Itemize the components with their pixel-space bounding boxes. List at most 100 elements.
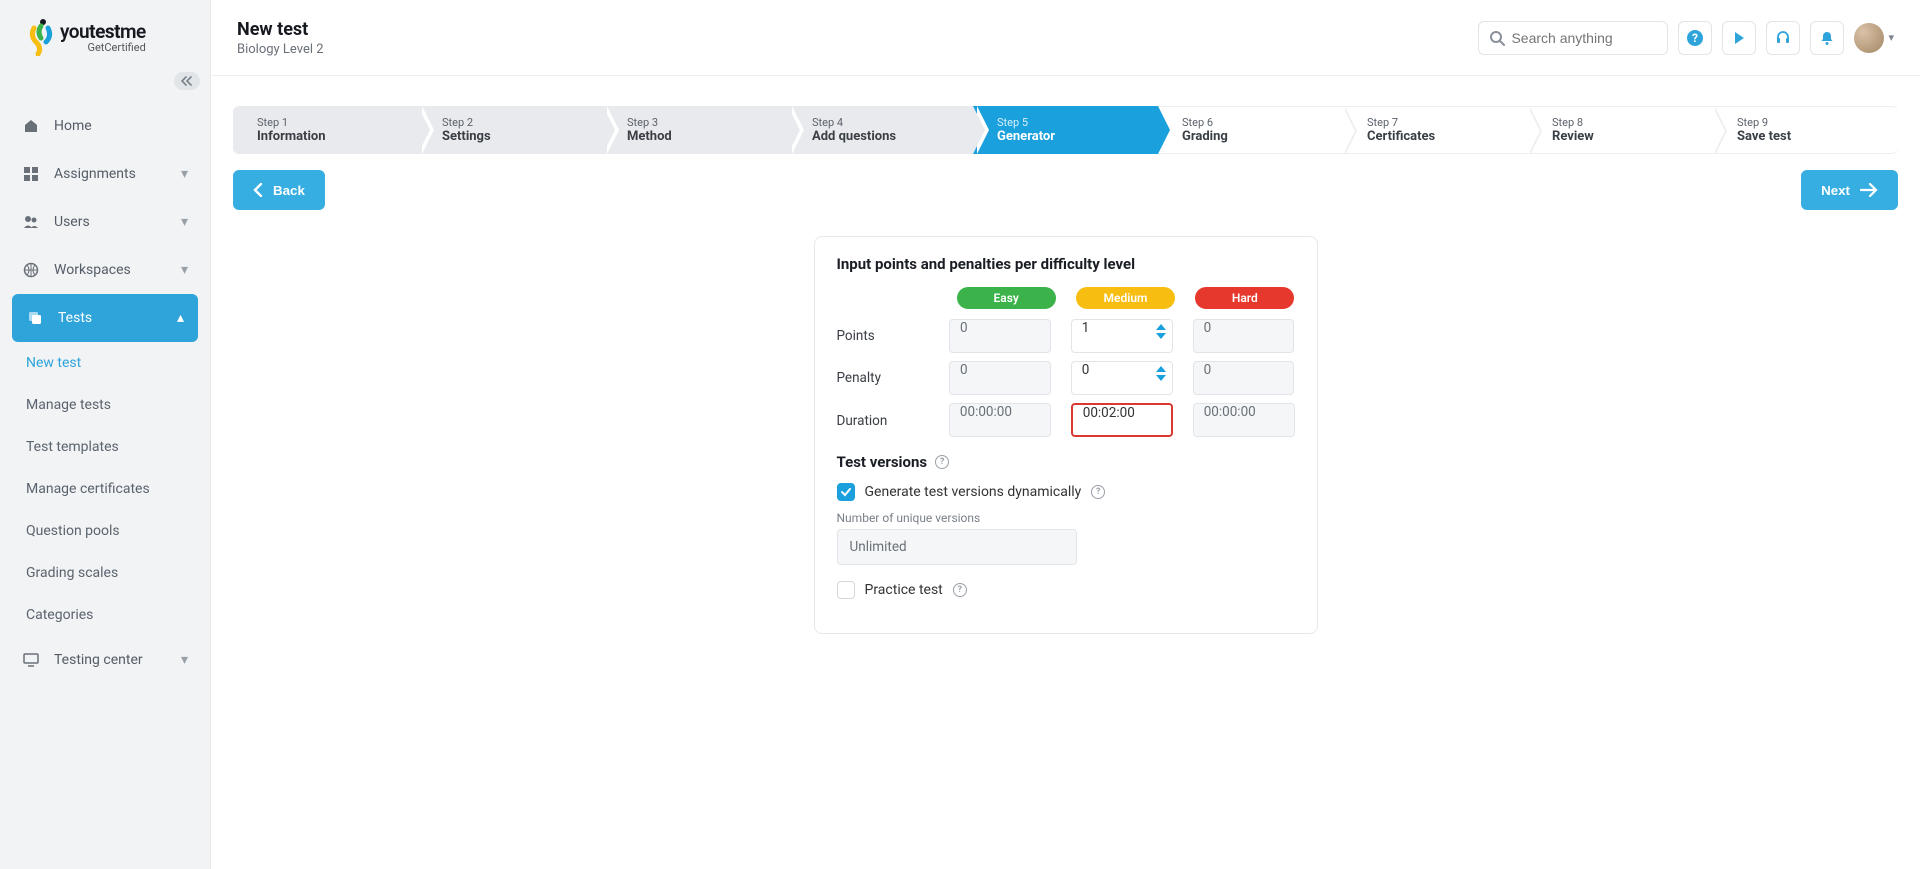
sidebar-item-label: Assignments [54, 166, 136, 182]
unique-versions-input[interactable]: Unlimited [837, 529, 1077, 565]
sidebar-sub-manage-tests[interactable]: Manage tests [26, 384, 210, 426]
chevron-down-icon: ▾ [181, 262, 188, 278]
spinner[interactable] [1156, 366, 1166, 381]
chevron-up-icon: ▴ [177, 310, 184, 326]
row-label-penalty: Penalty [837, 370, 949, 386]
row-label-duration: Duration [837, 413, 949, 437]
sidebar-item-label: Tests [58, 310, 92, 326]
spinner-up-icon[interactable] [1156, 366, 1166, 372]
sidebar-sub-grading-scales[interactable]: Grading scales [26, 552, 210, 594]
chevron-down-icon: ▾ [181, 652, 188, 668]
dynamic-versions-label: Generate test versions dynamically [865, 484, 1082, 500]
chevron-down-icon: ▾ [181, 214, 188, 230]
unique-versions-label: Number of unique versions [837, 511, 1295, 525]
generator-card: Input points and penalties per difficult… [814, 236, 1318, 634]
user-menu[interactable]: ▾ [1854, 23, 1894, 53]
versions-heading: Test versions [837, 453, 928, 471]
step-settings[interactable]: Step 2Settings [418, 106, 603, 154]
spinner[interactable] [1156, 324, 1166, 339]
sidebar-item-label: Home [54, 118, 92, 134]
logo[interactable]: youtestme GetCertified [28, 18, 192, 56]
home-icon [22, 117, 40, 135]
practice-test-label: Practice test [865, 582, 943, 598]
search-input[interactable] [1511, 30, 1692, 46]
back-button[interactable]: Back [233, 170, 325, 210]
sidebar-header: youtestme GetCertified [0, 0, 210, 64]
sidebar-sub-manage-certificates[interactable]: Manage certificates [26, 468, 210, 510]
search-box[interactable] [1478, 21, 1668, 55]
card-heading: Input points and penalties per difficult… [837, 255, 1295, 273]
spinner-down-icon[interactable] [1156, 333, 1166, 339]
monitor-icon [22, 651, 40, 669]
difficulty-pill-hard: Hard [1195, 287, 1294, 309]
points-medium-input[interactable]: 1 [1071, 319, 1173, 353]
sidebar-item-home[interactable]: Home [0, 102, 210, 150]
grid-icon [22, 165, 40, 183]
step-method[interactable]: Step 3Method [603, 106, 788, 154]
sidebar-sub-categories[interactable]: Categories [26, 594, 210, 636]
penalty-hard-input[interactable]: 0 [1193, 361, 1295, 395]
sidebar-sub-new-test[interactable]: New test [26, 342, 210, 384]
sidebar-item-users[interactable]: Users ▾ [0, 198, 210, 246]
penalty-medium-input[interactable]: 0 [1071, 361, 1173, 395]
chevron-down-icon: ▾ [181, 166, 188, 182]
sidebar-item-testing-center[interactable]: Testing center ▾ [0, 636, 210, 684]
sidebar-collapse-button[interactable] [174, 72, 200, 90]
search-icon [1489, 30, 1505, 46]
difficulty-pill-easy: Easy [957, 287, 1056, 309]
stack-icon [26, 309, 44, 327]
sidebar-nav: Home Assignments ▾ Users ▾ Workspaces ▾ … [0, 102, 210, 869]
sidebar-item-workspaces[interactable]: Workspaces ▾ [0, 246, 210, 294]
info-icon[interactable]: ? [1091, 485, 1105, 499]
support-button[interactable] [1766, 21, 1800, 55]
info-icon[interactable]: ? [935, 455, 949, 469]
sidebar-sub-test-templates[interactable]: Test templates [26, 426, 210, 468]
spinner-up-icon[interactable] [1156, 324, 1166, 330]
sidebar-item-label: Testing center [54, 652, 143, 668]
duration-hard-input[interactable]: 00:00:00 [1193, 403, 1295, 437]
headset-icon [1775, 30, 1791, 46]
main: New test Biology Level 2 ? ▾ St [211, 0, 1920, 869]
spinner-down-icon[interactable] [1156, 375, 1166, 381]
points-hard-input[interactable]: 0 [1193, 319, 1295, 353]
sidebar: youtestme GetCertified Home Assignments … [0, 0, 211, 869]
chevron-down-icon: ▾ [1888, 31, 1894, 44]
svg-text:?: ? [1692, 31, 1698, 45]
step-generator[interactable]: Step 5Generator [973, 106, 1158, 154]
help-button[interactable]: ? [1678, 21, 1712, 55]
logo-subtitle: GetCertified [60, 41, 146, 54]
help-icon: ? [1686, 29, 1704, 47]
step-save-test[interactable]: Step 9Save test [1713, 106, 1898, 154]
practice-test-checkbox[interactable] [837, 581, 855, 599]
sidebar-sub-question-pools[interactable]: Question pools [26, 510, 210, 552]
chevron-left-icon [253, 183, 263, 197]
avatar [1854, 23, 1884, 53]
points-easy-input[interactable]: 0 [949, 319, 1051, 353]
step-certificates[interactable]: Step 7Certificates [1343, 106, 1528, 154]
difficulty-pill-medium: Medium [1076, 287, 1175, 309]
step-add-questions[interactable]: Step 4Add questions [788, 106, 973, 154]
logo-brand-text: youtestme [60, 20, 146, 43]
globe-icon [22, 261, 40, 279]
play-button[interactable] [1722, 21, 1756, 55]
step-review[interactable]: Step 8Review [1528, 106, 1713, 154]
users-icon [22, 213, 40, 231]
info-icon[interactable]: ? [953, 583, 967, 597]
duration-medium-input[interactable]: 00:02:00 [1071, 403, 1173, 437]
logo-mark-icon [28, 18, 54, 56]
dynamic-versions-checkbox[interactable] [837, 483, 855, 501]
sidebar-item-label: Users [54, 214, 90, 230]
next-button[interactable]: Next [1801, 170, 1898, 210]
sidebar-item-label: Workspaces [54, 262, 131, 278]
sidebar-item-assignments[interactable]: Assignments ▾ [0, 150, 210, 198]
step-grading[interactable]: Step 6Grading [1158, 106, 1343, 154]
arrow-right-icon [1860, 183, 1878, 197]
bell-icon [1819, 30, 1835, 46]
notifications-button[interactable] [1810, 21, 1844, 55]
content-area: Step 1Information Step 2Settings Step 3M… [211, 76, 1920, 869]
sidebar-item-tests[interactable]: Tests ▴ [12, 294, 198, 342]
duration-easy-input[interactable]: 00:00:00 [949, 403, 1051, 437]
step-information[interactable]: Step 1Information [233, 106, 418, 154]
sidebar-submenu-tests: New test Manage tests Test templates Man… [26, 342, 210, 636]
penalty-easy-input[interactable]: 0 [949, 361, 1051, 395]
